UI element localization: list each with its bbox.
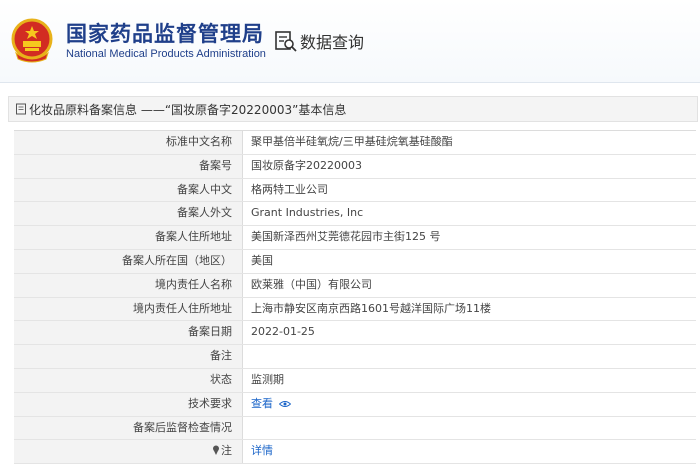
row-value: 美国 (251, 253, 273, 267)
table-row: 备案人所在国（地区） 美国 (14, 249, 696, 274)
site-subtitle: National Medical Products Administration (66, 48, 266, 60)
table-row: 备案人外文 Grant Industries, Inc (14, 202, 696, 227)
row-label: 标准中文名称 (14, 131, 243, 154)
table-row: 备案日期 2022-01-25 (14, 321, 696, 346)
row-label: 境内责任人名称 (14, 273, 243, 297)
data-query-label: 数据查询 (300, 33, 365, 52)
row-value: 美国新泽西州艾莞德花园市主街125 号 (251, 230, 441, 244)
row-value: 上海市静安区南京西路1601号越洋国际广场11楼 (251, 301, 491, 315)
row-value (243, 345, 696, 368)
site-title: 国家药品监督管理局 (66, 22, 264, 46)
row-label: 备案号 (14, 154, 243, 178)
data-query-icon (275, 31, 297, 52)
row-label: 备案日期 (14, 321, 243, 345)
breadcrumb-text: 化妆品原料备案信息 ——“国妆原备字20220003”基本信息 (29, 102, 347, 117)
eye-icon[interactable] (278, 400, 291, 408)
row-label: 备案人中文 (14, 178, 243, 202)
row-label: 备案人外文 (14, 202, 243, 226)
site-header: 国家药品监督管理局 National Medical Products Admi… (0, 0, 700, 83)
table-row: 境内责任人名称 欧莱雅（中国）有限公司 (14, 273, 696, 298)
table-row: 备注 (14, 345, 696, 369)
row-value: 查看 (243, 393, 696, 416)
row-value: 格两特工业公司 (251, 182, 328, 196)
info-table: 标准中文名称 聚甲基倍半硅氧烷/三甲基硅烷氧基硅酸酯 备案号 国妆原备字2022… (14, 130, 696, 464)
row-value: 欧莱雅（中国）有限公司 (251, 277, 372, 291)
pin-icon (213, 445, 219, 456)
data-query-tab[interactable]: 数据查询 (274, 28, 364, 54)
row-value: Grant Industries, Inc (251, 206, 364, 220)
row-label: 备注 (14, 345, 243, 368)
row-value: 2022-01-25 (251, 325, 315, 339)
row-label: 备案人所在国（地区） (14, 249, 243, 273)
table-row: 境内责任人住所地址 上海市静安区南京西路1601号越洋国际广场11楼 (14, 297, 696, 322)
national-emblem-icon (11, 18, 53, 63)
table-row: 备案号 国妆原备字20220003 (14, 154, 696, 179)
details-link[interactable]: 详情 (251, 444, 273, 457)
view-tech-requirements-link[interactable]: 查看 (251, 397, 273, 410)
table-row: 备案人中文 格两特工业公司 (14, 178, 696, 203)
table-row: 标准中文名称 聚甲基倍半硅氧烷/三甲基硅烷氧基硅酸酯 (14, 131, 696, 155)
breadcrumb: 化妆品原料备案信息 ——“国妆原备字20220003”基本信息 (8, 96, 698, 122)
row-value: 监测期 (251, 372, 284, 386)
row-label: 备案后监督检查情况 (14, 416, 243, 440)
row-label: 技术要求 (14, 392, 243, 416)
table-row: 状态 监测期 (14, 368, 696, 393)
document-icon (16, 103, 26, 115)
row-label: 境内责任人住所地址 (14, 297, 243, 321)
row-value: 聚甲基倍半硅氧烷/三甲基硅烷氧基硅酸酯 (251, 135, 453, 148)
table-row: 备案人住所地址 美国新泽西州艾莞德花园市主街125 号 (14, 226, 696, 250)
row-label: 状态 (14, 368, 243, 392)
row-value: 国妆原备字20220003 (251, 158, 362, 172)
row-label: 备案人住所地址 (14, 226, 243, 249)
table-row: 注 详情 (14, 440, 696, 464)
table-row: 备案后监督检查情况 (14, 416, 696, 441)
note-label: 注 (221, 444, 232, 458)
row-value (243, 417, 696, 440)
table-row: 技术要求 查看 (14, 392, 696, 417)
